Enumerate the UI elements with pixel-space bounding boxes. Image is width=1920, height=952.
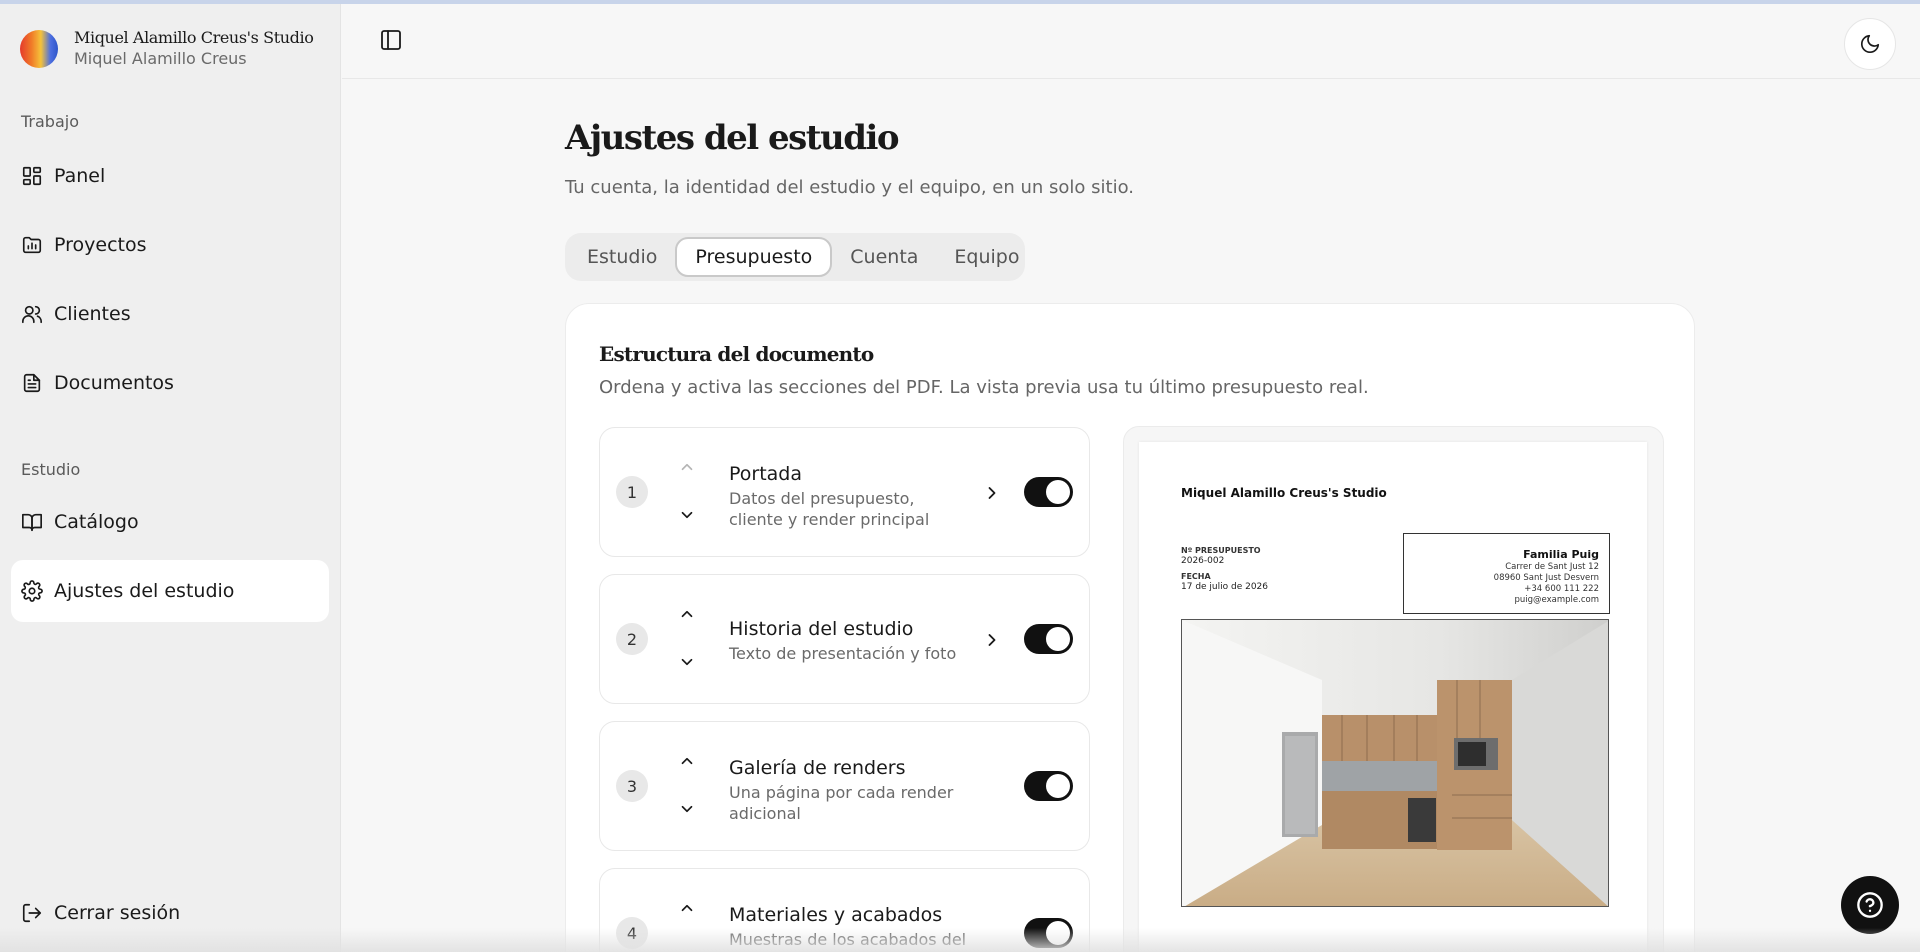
sidebar-item-label: Ajustes del estudio: [54, 580, 235, 602]
section-description: Una página por cada render adicional: [729, 783, 954, 823]
sidebar-item-label: Documentos: [54, 372, 174, 394]
help-circle-icon: [1857, 892, 1883, 918]
chevron-right-icon[interactable]: [982, 630, 1002, 650]
preview-client-address: Carrer de Sant Just 12: [1505, 562, 1599, 572]
chevron-down-icon[interactable]: [678, 947, 696, 952]
sidebar-item-proyectos[interactable]: Proyectos: [11, 214, 329, 276]
sidebar-item-label: Panel: [54, 165, 106, 187]
top-header: [342, 4, 1920, 79]
section-toggle[interactable]: [1024, 477, 1073, 507]
chevron-up-icon[interactable]: [678, 605, 696, 623]
toggle-knob: [1046, 627, 1070, 651]
help-button[interactable]: [1841, 876, 1899, 934]
section-row-galeria: 3 Galería de renders Una página por cada…: [599, 721, 1090, 851]
nav-group-label-trabajo: Trabajo: [21, 112, 79, 131]
toggle-knob: [1046, 774, 1070, 798]
folder-chart-icon: [22, 236, 42, 254]
chevron-up-icon: [681, 463, 693, 471]
preview-date: 17 de julio de 2026: [1181, 582, 1269, 592]
section-row-historia: 2 Historia del estudio Texto de presenta…: [599, 574, 1090, 704]
logout-button[interactable]: Cerrar sesión: [11, 882, 329, 944]
log-out-icon: [22, 903, 42, 923]
section-row-portada: 1 Portada Datos del presupuesto, cliente…: [599, 427, 1090, 557]
section-number: 1: [616, 476, 648, 508]
moon-icon: [1860, 34, 1880, 54]
sidebar: Miquel Alamillo Creus's Studio Miquel Al…: [0, 4, 341, 952]
chevron-up-icon[interactable]: [678, 899, 696, 917]
preview-budget-number: 2026-002: [1181, 556, 1225, 566]
section-title: Galería de renders: [729, 757, 906, 779]
chevron-right-icon[interactable]: [982, 483, 1002, 503]
file-text-icon: [23, 373, 41, 393]
layout-grid-icon: [22, 166, 42, 186]
studio-logo: [20, 29, 58, 68]
sidebar-item-ajustes[interactable]: Ajustes del estudio: [11, 560, 329, 622]
section-description: Texto de presentación y foto: [729, 644, 957, 663]
sidebar-item-label: Clientes: [54, 303, 131, 325]
preview-main-render: [1181, 619, 1609, 907]
sidebar-item-label: Proyectos: [54, 234, 147, 256]
section-title: Materiales y acabados: [729, 904, 943, 926]
preview-budget-number-label: Nº PRESUPUESTO: [1181, 546, 1261, 555]
chevron-down-icon[interactable]: [678, 800, 696, 818]
toggle-knob: [1046, 921, 1070, 945]
section-description: Muestras de los acabados del: [729, 930, 967, 949]
section-description: Datos del presupuesto, cliente y render …: [729, 489, 930, 529]
theme-toggle-button[interactable]: [1844, 18, 1896, 70]
document-structure-card: Estructura del documento Ordena y activa…: [565, 303, 1695, 952]
section-toggle[interactable]: [1024, 624, 1073, 654]
sidebar-item-documentos[interactable]: Documentos: [11, 352, 329, 414]
tab-presupuesto[interactable]: Presupuesto: [675, 237, 833, 277]
settings-tabs: Estudio Presupuesto Cuenta Equipo: [565, 233, 1025, 281]
users-icon: [22, 305, 42, 324]
sidebar-item-panel[interactable]: Panel: [11, 145, 329, 207]
page-subtitle: Tu cuenta, la identidad del estudio y el…: [565, 177, 1135, 198]
card-subtitle: Ordena y activa las secciones del PDF. L…: [599, 377, 1369, 398]
tab-estudio[interactable]: Estudio: [569, 237, 675, 277]
pdf-preview-page: Miquel Alamillo Creus's Studio Nº PRESUP…: [1139, 442, 1647, 952]
section-title: Historia del estudio: [729, 618, 914, 640]
logout-label: Cerrar sesión: [54, 902, 181, 924]
chevron-down-icon[interactable]: [678, 653, 696, 671]
preview-client-email: puig@example.com: [1514, 595, 1599, 605]
section-number: 2: [616, 623, 648, 655]
chevron-up-icon[interactable]: [678, 752, 696, 770]
sidebar-item-label: Catálogo: [54, 511, 139, 533]
sidebar-item-clientes[interactable]: Clientes: [11, 283, 329, 345]
card-title: Estructura del documento: [599, 342, 874, 366]
brand[interactable]: Miquel Alamillo Creus's Studio Miquel Al…: [20, 28, 314, 69]
kitchen-render-image: [1182, 620, 1608, 906]
page-title: Ajustes del estudio: [565, 118, 900, 158]
sidebar-toggle-icon[interactable]: [379, 28, 403, 52]
sidebar-item-catalogo[interactable]: Catálogo: [11, 491, 329, 553]
pdf-preview: Miquel Alamillo Creus's Studio Nº PRESUP…: [1123, 426, 1664, 952]
section-toggle[interactable]: [1024, 918, 1073, 948]
gear-icon: [21, 580, 43, 602]
preview-client-box: Familia Puig Carrer de Sant Just 12 0896…: [1403, 533, 1610, 614]
book-open-icon: [22, 513, 42, 532]
preview-client-phone: +34 600 111 222: [1524, 584, 1599, 594]
preview-client-name: Familia Puig: [1523, 548, 1599, 561]
tab-cuenta[interactable]: Cuenta: [832, 237, 936, 277]
tab-equipo[interactable]: Equipo: [936, 237, 1037, 277]
user-name: Miquel Alamillo Creus: [74, 49, 247, 68]
section-number: 3: [616, 770, 648, 802]
chevron-down-icon[interactable]: [678, 506, 696, 524]
studio-name: Miquel Alamillo Creus's Studio: [74, 28, 314, 47]
section-title: Portada: [729, 463, 803, 485]
section-toggle[interactable]: [1024, 771, 1073, 801]
section-number: 4: [616, 917, 648, 949]
preview-date-label: FECHA: [1181, 572, 1211, 581]
preview-studio-name: Miquel Alamillo Creus's Studio: [1181, 486, 1387, 500]
section-row-materiales: 4 Materiales y acabados Muestras de los …: [599, 868, 1090, 952]
preview-client-city: 08960 Sant Just Desvern: [1493, 573, 1599, 583]
nav-group-label-estudio: Estudio: [21, 460, 81, 479]
toggle-knob: [1046, 480, 1070, 504]
